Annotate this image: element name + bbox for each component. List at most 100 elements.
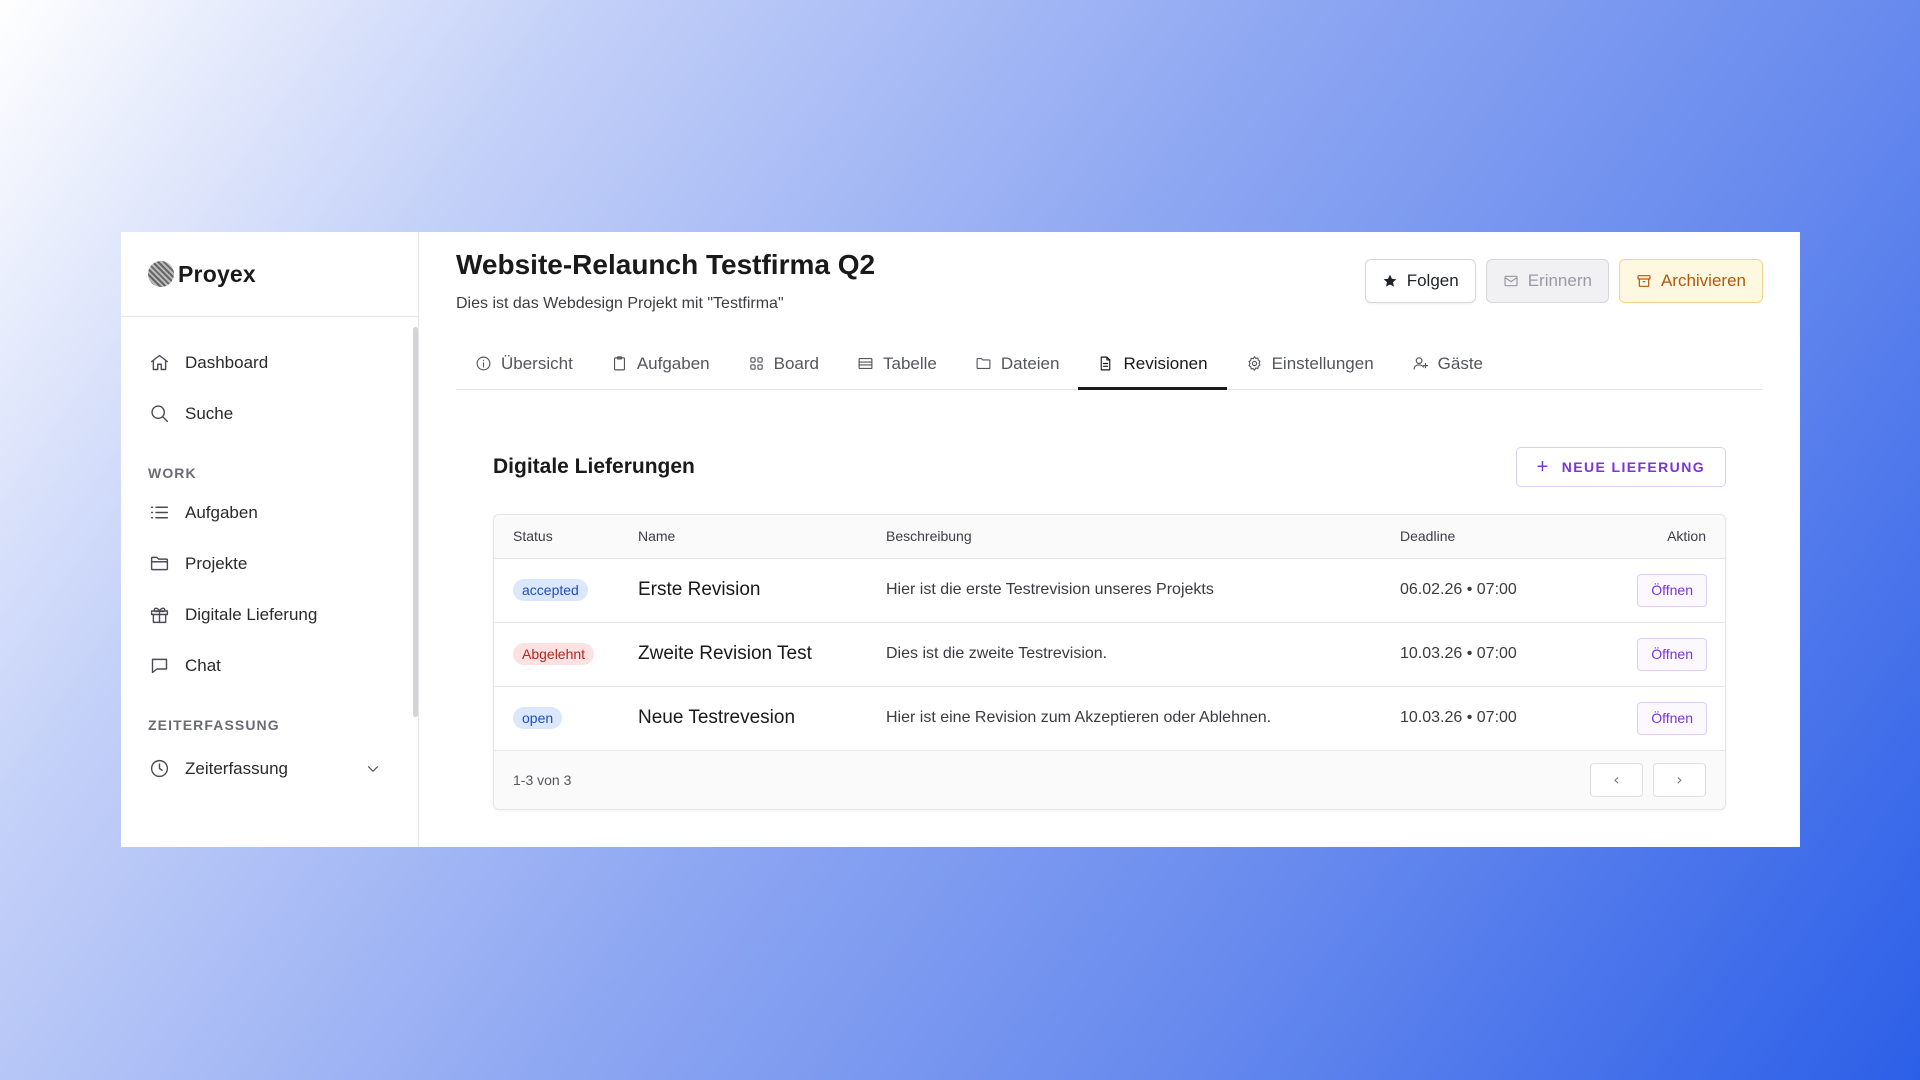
tab-label: Tabelle (882, 353, 937, 373)
tab-label: Dateien (1000, 353, 1060, 373)
gear-icon (1248, 356, 1261, 371)
tab-overview[interactable]: Übersicht (456, 338, 592, 389)
brand[interactable]: Proyex (121, 232, 418, 317)
info-icon (476, 356, 491, 371)
new-delivery-button[interactable]: + NEUE LIEFERUNG (1515, 447, 1726, 487)
star-icon (1383, 274, 1397, 287)
clipboard-icon (613, 356, 625, 371)
main-content: Website-Relaunch Testfirma Q2 Dies ist d… (419, 232, 1800, 847)
tab-settings[interactable]: Einstellungen (1227, 338, 1393, 389)
folder-icon (976, 357, 991, 370)
sidebar-item-dashboard[interactable]: Dashboard (121, 337, 418, 388)
page-header: Website-Relaunch Testfirma Q2 Dies ist d… (456, 232, 1763, 332)
table-row[interactable]: open Neue Testrevesion Hier ist eine Rev… (494, 686, 1725, 751)
description-cell: Hier ist die erste Testrevision unseres … (886, 558, 1400, 623)
archive-icon (1637, 275, 1651, 287)
app-window: Proyex Dashboard Suche WORK Aufgaben Pro… (121, 232, 1800, 847)
project-tabs: Übersicht Aufgaben Board Tabelle Dateien… (456, 338, 1763, 390)
column-header-status[interactable]: Status (494, 515, 638, 559)
tab-files[interactable]: Dateien (956, 338, 1079, 389)
status-badge: Abgelehnt (513, 643, 595, 665)
follow-button[interactable]: Folgen (1364, 259, 1476, 303)
home-icon (148, 352, 170, 374)
sidebar-section-work: WORK (148, 465, 197, 481)
description-cell: Dies ist die zweite Testrevision. (886, 622, 1400, 687)
sidebar-scrollbar[interactable] (413, 327, 418, 717)
open-button[interactable]: Öffnen (1637, 573, 1707, 607)
sidebar-item-digital-delivery[interactable]: Digitale Lieferung (121, 589, 418, 640)
prev-page-button[interactable]: ‹ (1590, 762, 1643, 797)
new-delivery-label: NEUE LIEFERUNG (1561, 459, 1705, 475)
brand-name: Proyex (178, 260, 256, 287)
deliveries-table: Status Name Beschreibung Deadline Aktion… (493, 514, 1726, 810)
table-footer: 1-3 von 3 ‹ › (494, 750, 1725, 809)
tab-table[interactable]: Tabelle (838, 338, 956, 389)
column-header-action: Aktion (1580, 515, 1725, 559)
tab-label: Gäste (1437, 353, 1484, 373)
open-button[interactable]: Öffnen (1637, 637, 1707, 671)
sidebar-item-tasks[interactable]: Aufgaben (121, 487, 418, 538)
page-title: Website-Relaunch Testfirma Q2 (456, 249, 876, 280)
tab-label: Übersicht (501, 353, 573, 373)
column-header-description[interactable]: Beschreibung (886, 515, 1400, 559)
table-header-row: Status Name Beschreibung Deadline Aktion (494, 515, 1725, 559)
status-cell: open (494, 686, 638, 751)
sidebar-item-label: Zeiterfassung (185, 758, 288, 778)
sidebar-item-time-tracking[interactable]: Zeiterfassung (121, 743, 418, 794)
chevron-down-icon[interactable] (362, 758, 384, 780)
document-icon (1101, 356, 1111, 371)
header-actions: Folgen Erinnern Archivieren (1364, 259, 1763, 303)
follow-label: Folgen (1406, 271, 1459, 290)
pagination-count: 1-3 von 3 (513, 771, 572, 788)
deadline-cell: 06.02.26 • 07:00 (1400, 558, 1580, 623)
tab-revisions[interactable]: Revisionen (1078, 338, 1227, 390)
list-icon (148, 502, 170, 524)
name-cell: Erste Revision (638, 558, 886, 623)
gift-icon (148, 604, 170, 626)
plus-icon: + (1536, 456, 1550, 478)
brand-logo-icon (148, 261, 174, 287)
section-title: Digitale Lieferungen (493, 455, 695, 478)
tab-guests[interactable]: Gäste (1393, 338, 1502, 389)
grid-icon (749, 357, 763, 370)
next-page-button[interactable]: › (1653, 762, 1706, 797)
folder-icon (148, 553, 170, 575)
action-cell: Öffnen (1580, 686, 1725, 751)
status-cell: accepted (494, 558, 638, 623)
sidebar-item-search[interactable]: Suche (121, 388, 418, 439)
tab-label: Einstellungen (1271, 353, 1374, 373)
table-row[interactable]: Abgelehnt Zweite Revision Test Dies ist … (494, 622, 1725, 687)
deadline-cell: 10.03.26 • 07:00 (1400, 686, 1580, 751)
column-header-name[interactable]: Name (638, 515, 886, 559)
action-cell: Öffnen (1580, 622, 1725, 687)
sidebar-item-label: Chat (185, 655, 221, 675)
user-plus-icon (1413, 357, 1428, 370)
column-header-deadline[interactable]: Deadline (1400, 515, 1580, 559)
sidebar-item-chat[interactable]: Chat (121, 640, 418, 691)
sidebar-section-time: ZEITERFASSUNG (148, 717, 280, 733)
table-row[interactable]: accepted Erste Revision Hier ist die ers… (494, 558, 1725, 623)
name-cell: Neue Testrevesion (638, 686, 886, 751)
name-cell: Zweite Revision Test (638, 622, 886, 687)
archive-label: Archivieren (1660, 271, 1746, 290)
tab-label: Board (773, 353, 819, 373)
mail-icon (1504, 275, 1518, 287)
page-subtitle: Dies ist das Webdesign Projekt mit "Test… (456, 295, 784, 312)
status-cell: Abgelehnt (494, 622, 638, 687)
sidebar-item-projects[interactable]: Projekte (121, 538, 418, 589)
remind-button[interactable]: Erinnern (1485, 259, 1609, 303)
tab-label: Aufgaben (636, 353, 710, 373)
archive-button[interactable]: Archivieren (1618, 259, 1763, 303)
remind-label: Erinnern (1527, 271, 1592, 290)
tab-label: Revisionen (1123, 353, 1208, 373)
table-icon (858, 357, 873, 370)
status-badge: accepted (513, 579, 588, 601)
tab-tasks[interactable]: Aufgaben (592, 338, 729, 389)
sidebar-item-label: Digitale Lieferung (185, 604, 318, 624)
clock-icon (148, 758, 170, 780)
deadline-cell: 10.03.26 • 07:00 (1400, 622, 1580, 687)
tab-board[interactable]: Board (729, 338, 838, 389)
open-button[interactable]: Öffnen (1637, 701, 1707, 735)
search-icon (148, 403, 170, 425)
chat-icon (148, 655, 170, 677)
